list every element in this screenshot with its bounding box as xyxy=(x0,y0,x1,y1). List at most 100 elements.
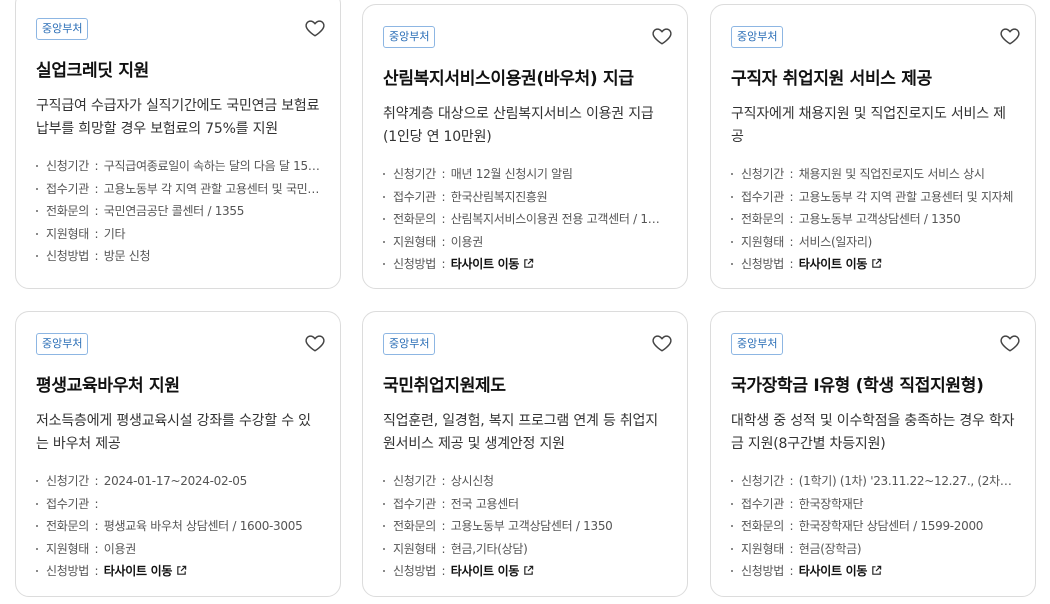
service-card-grid: 중앙부처 실업크레딧 지원 구직급여 수급자가 실직기간에도 국민연금 보험료 납부… xyxy=(0,0,1050,604)
info-method: 신청방법 : 방문 신청 xyxy=(36,245,320,268)
info-label: 신청기간 xyxy=(393,167,436,181)
service-description: 취약계층 대상으로 산림복지서비스 이용권 지급 (1인당 연 10만원) xyxy=(383,106,654,145)
service-title[interactable]: 산림복지서비스이용권(바우처) 지급 xyxy=(383,64,667,89)
info-value: 평생교육 바우처 상담센터 / 1600-3005 xyxy=(103,519,303,533)
info-value: 국민연금공단 콜센터 / 1355 xyxy=(103,204,245,218)
favorite-heart-icon[interactable] xyxy=(651,25,673,47)
external-site-link[interactable]: 타사이트 이동 xyxy=(799,564,882,578)
info-agency: 접수기관 : 한국장학재단 xyxy=(731,493,1015,516)
service-title[interactable]: 구직자 취업지원 서비스 제공 xyxy=(731,64,1015,89)
external-site-link[interactable]: 타사이트 이동 xyxy=(104,564,187,578)
service-description: 구직자에게 채용지원 및 직업진로지도 서비스 제공 xyxy=(731,106,1006,145)
external-link-icon xyxy=(519,564,534,578)
service-card[interactable]: 중앙부처국가장학금 Ⅰ유형 (학생 직접지원형) 대학생 중 성적 및 이수학점을… xyxy=(710,311,1036,597)
info-method: 신청방법 : 타사이트 이동 xyxy=(383,560,667,583)
info-label: 전화문의 xyxy=(741,212,784,226)
info-agency: 접수기관 : 고용노동부 각 지역 관할 고용센터 및 지자체 xyxy=(731,186,1015,209)
category-badge: 중앙부처 xyxy=(731,26,784,48)
service-title[interactable]: 실업크레딧 지원 xyxy=(36,56,320,81)
service-description: 직업훈련, 일경험, 복지 프로그램 연계 등 취업지원서비스 제공 및 생계안… xyxy=(383,413,658,452)
info-phone: 전화문의 : 고용노동부 고객상담센터 / 1350 xyxy=(731,208,1015,231)
info-type: 지원형태 : 서비스(일자리) xyxy=(731,231,1015,254)
info-value: 매년 12월 신청시기 알림 xyxy=(450,167,573,181)
info-value: 채용지원 및 직업진로지도 서비스 상시 xyxy=(798,167,985,181)
info-value: 구직급여종료일이 속하는 달의 다음 달 15일까지 신청 xyxy=(103,159,320,173)
info-label: 지원형태 xyxy=(393,541,436,556)
service-title[interactable]: 국민취업지원제도 xyxy=(383,371,667,396)
info-value: 한국산림복지진흥원 xyxy=(450,189,548,204)
info-period: 신청기간 : 2024-01-17~2024-02-05 xyxy=(36,470,320,493)
info-label: 신청방법 xyxy=(46,249,89,263)
info-label: 신청방법 xyxy=(46,564,89,578)
service-card[interactable]: 중앙부처 실업크레딧 지원 구직급여 수급자가 실직기간에도 국민연금 보험료 납부… xyxy=(15,0,341,289)
info-period: 신청기간 : 매년 12월 신청시기 알림 xyxy=(383,163,667,186)
favorite-heart-icon[interactable] xyxy=(304,332,326,354)
info-agency: 접수기관 : xyxy=(36,493,320,516)
info-method: 신청방법 : 타사이트 이동 xyxy=(731,560,1015,583)
info-method: 신청방법 : 타사이트 이동 xyxy=(731,253,1015,276)
category-badge: 중앙부처 xyxy=(383,333,436,355)
link-text: 타사이트 이동 xyxy=(103,564,173,578)
info-label: 신청기간 xyxy=(46,474,89,488)
info-phone: 전화문의 : 평생교육 바우처 상담센터 / 1600-3005 xyxy=(36,515,320,538)
service-card[interactable]: 중앙부처산림복지서비스이용권(바우처) 지급취약계층 대상으로 산림복지서비스 … xyxy=(362,4,688,289)
category-badge: 중앙부처 xyxy=(36,333,89,355)
info-label: 신청방법 xyxy=(393,564,436,578)
info-method: 신청방법 : 타사이트 이동 xyxy=(36,560,320,583)
info-value: 고용노동부 고객상담센터 / 1350 xyxy=(450,519,613,533)
info-label: 신청기간 xyxy=(741,474,784,488)
info-type: 지원형태 : 이용권 xyxy=(383,231,667,254)
external-site-link[interactable]: 타사이트 이동 xyxy=(451,564,534,578)
info-label: 신청방법 xyxy=(741,564,784,578)
category-badge: 중앙부처 xyxy=(731,333,784,355)
info-value: 기타 xyxy=(103,226,126,241)
info-phone: 전화문의 : 고용노동부 고객상담센터 / 1350 xyxy=(383,515,667,538)
favorite-heart-icon[interactable] xyxy=(651,332,673,354)
info-agency: 접수기관 : 전국 고용센터 xyxy=(383,493,667,516)
info-method: 신청방법 : 타사이트 이동 xyxy=(383,253,667,276)
info-label: 신청방법 xyxy=(393,257,436,271)
external-link-icon xyxy=(867,257,882,271)
external-site-link[interactable]: 타사이트 이동 xyxy=(451,257,534,271)
info-value: 한국장학재단 상담센터 / 1599-2000 xyxy=(798,519,984,533)
service-description: 대학생 중 성적 및 이수학점을 충족하는 경우 학자금 지원(8구간별 차등지… xyxy=(731,413,1015,452)
link-text: 타사이트 이동 xyxy=(450,257,520,271)
info-value: 전국 고용센터 xyxy=(450,496,519,511)
service-card[interactable]: 중앙부처 평생교육바우처 지원 저소득층에게 평생교육시설 강좌를 수강할 수 있는… xyxy=(15,311,341,597)
service-card[interactable]: 중앙부처구직자 취업지원 서비스 제공구직자에게 채용지원 및 직업진로지도 서… xyxy=(710,4,1036,289)
info-phone: 전화문의 : 한국장학재단 상담센터 / 1599-2000 xyxy=(731,515,1015,538)
info-phone: 전화문의 : 산림복지서비스이용권 전용 고객센터 / 1522-9494 xyxy=(383,208,667,231)
info-label: 접수기관 xyxy=(46,496,89,511)
category-badge: 중앙부처 xyxy=(383,26,436,48)
service-title[interactable]: 국가장학금 Ⅰ유형 (학생 직접지원형) xyxy=(731,371,1015,396)
external-link-icon xyxy=(519,257,534,271)
favorite-heart-icon[interactable] xyxy=(304,17,326,39)
info-value: 방문 신청 xyxy=(103,249,151,263)
favorite-heart-icon[interactable] xyxy=(999,332,1021,354)
info-label: 접수기관 xyxy=(393,496,436,511)
info-value: 서비스(일자리) xyxy=(798,234,873,249)
service-card[interactable]: 중앙부처국민취업지원제도직업훈련, 일경험, 복지 프로그램 연계 등 취업지원… xyxy=(362,311,688,597)
service-description: 구직급여 수급자가 실직기간에도 국민연금 보험료 납부를 희망할 경우 보험료… xyxy=(36,98,320,137)
info-label: 지원형태 xyxy=(741,234,784,249)
info-label: 지원형태 xyxy=(46,226,89,241)
info-label: 접수기관 xyxy=(741,189,784,204)
service-info-list: 신청기간 : 매년 12월 신청시기 알림 접수기관 : 한국산림복지진흥원 전화문… xyxy=(383,163,667,276)
info-label: 지원형태 xyxy=(46,541,89,556)
external-site-link[interactable]: 타사이트 이동 xyxy=(799,257,882,271)
info-label: 전화문의 xyxy=(741,519,784,533)
info-value: 2024-01-17~2024-02-05 xyxy=(103,474,248,488)
info-label: 지원형태 xyxy=(393,234,436,249)
service-info-list: 신청기간 : 구직급여종료일이 속하는 달의 다음 달 15일까지 신청접수기관… xyxy=(36,155,320,268)
info-type: 지원형태 : 현금(장학금) xyxy=(731,538,1015,561)
info-value: 이용권 xyxy=(103,541,137,556)
service-info-list: 신청기간 : 상시신청 접수기관 : 전국 고용센터 전화문의 : 고용노동부 고객… xyxy=(383,470,667,583)
info-label: 신청기간 xyxy=(393,474,436,488)
info-label: 지원형태 xyxy=(741,541,784,556)
service-info-list: 신청기간 : (1학기) (1차) '23.11.22~12.27., (2차)… xyxy=(731,470,1015,583)
service-title[interactable]: 평생교육바우처 지원 xyxy=(36,371,320,396)
info-type: 지원형태 : 기타 xyxy=(36,223,320,246)
link-text: 타사이트 이동 xyxy=(798,257,868,271)
info-value: 상시신청 xyxy=(450,474,494,488)
favorite-heart-icon[interactable] xyxy=(999,25,1021,47)
